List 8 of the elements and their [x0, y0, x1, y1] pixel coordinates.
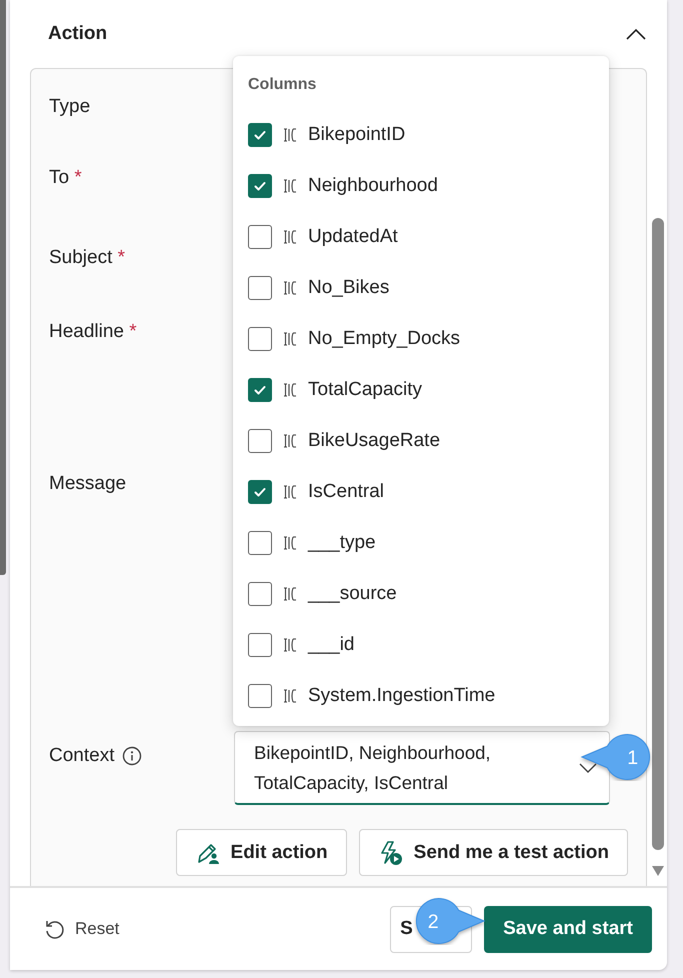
section-title: Action — [48, 23, 108, 45]
field-label: Context — [49, 744, 114, 768]
field-label: Subject * — [49, 246, 126, 270]
field-label: Message — [49, 472, 126, 496]
field-label: Headline * — [49, 320, 137, 344]
menu-header: Columns — [248, 76, 316, 94]
field-label: Type — [49, 95, 90, 119]
field-label: To * — [49, 166, 82, 190]
